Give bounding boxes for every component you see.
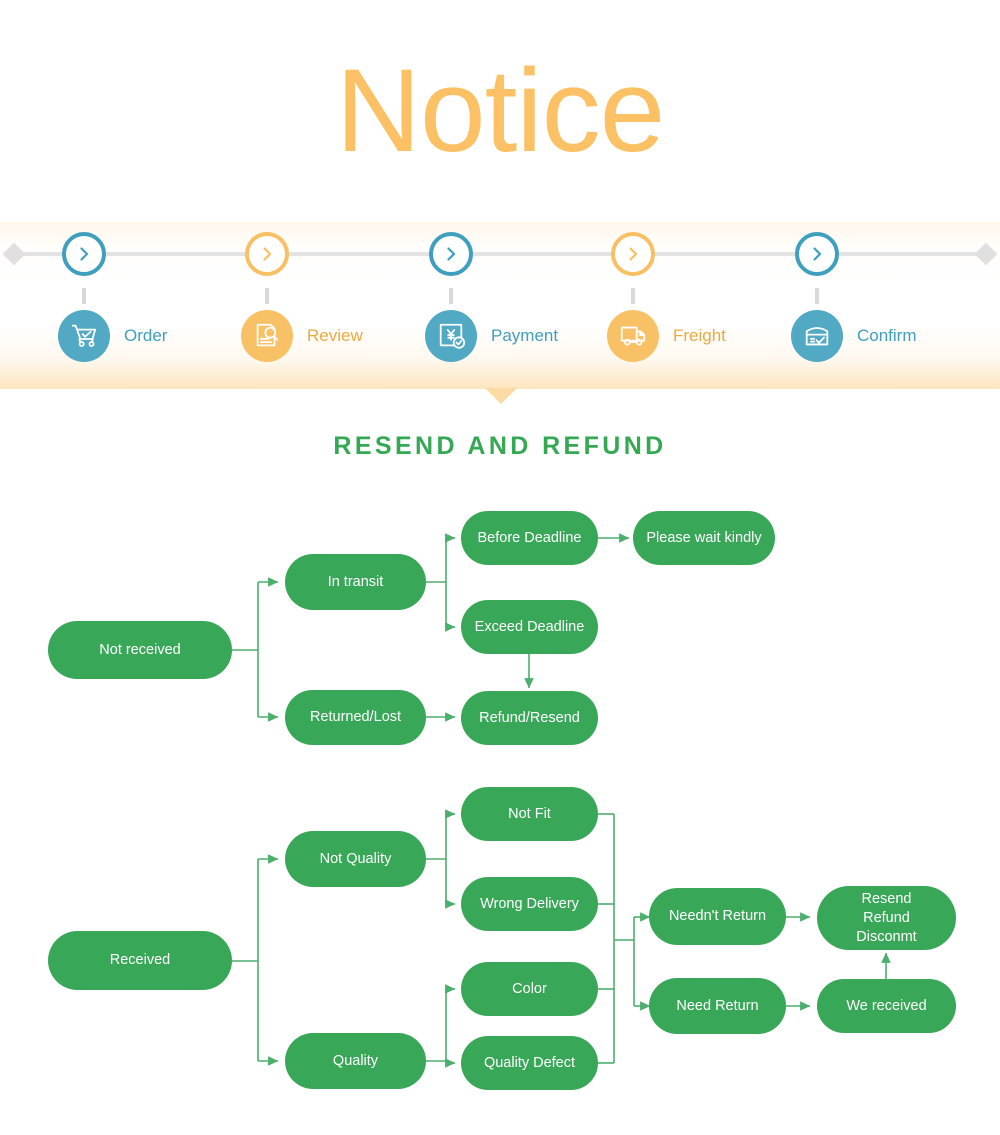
flow-node-quality[interactable]: Quality bbox=[285, 1033, 426, 1089]
step-label-confirm: Confirm bbox=[857, 326, 917, 345]
band-pointer-triangle bbox=[485, 388, 517, 404]
flow-node-neednt-return[interactable]: Needn't Return bbox=[649, 888, 786, 945]
chevron-right-circle-icon bbox=[429, 232, 473, 276]
chevron-right-circle-icon bbox=[795, 232, 839, 276]
step-label-order: Order bbox=[124, 326, 168, 345]
flow-node-need-return[interactable]: Need Return bbox=[649, 978, 786, 1034]
step-payment[interactable]: Payment bbox=[419, 232, 599, 362]
page-title-wrap: Notice bbox=[0, 52, 1000, 170]
flow-node-refund-resend[interactable]: Refund/Resend bbox=[461, 691, 598, 745]
flow-node-not-received[interactable]: Not received bbox=[48, 621, 232, 679]
flow-node-returned-lost[interactable]: Returned/Lost bbox=[285, 690, 426, 745]
flow-node-exceed-deadline[interactable]: Exceed Deadline bbox=[461, 600, 598, 654]
chevron-right-circle-icon bbox=[611, 232, 655, 276]
invoice-yen-check-icon bbox=[425, 310, 477, 362]
package-check-icon bbox=[791, 310, 843, 362]
flow-node-color[interactable]: Color bbox=[461, 962, 598, 1016]
step-tick bbox=[82, 288, 86, 304]
step-order[interactable]: Order bbox=[52, 232, 232, 362]
step-tick bbox=[265, 288, 269, 304]
shopping-cart-icon bbox=[58, 310, 110, 362]
delivery-truck-icon bbox=[607, 310, 659, 362]
step-tick bbox=[449, 288, 453, 304]
document-search-icon bbox=[241, 310, 293, 362]
flow-node-in-transit[interactable]: In transit bbox=[285, 554, 426, 610]
step-review[interactable]: Review bbox=[235, 232, 415, 362]
flow-node-wrong-delivery[interactable]: Wrong Delivery bbox=[461, 877, 598, 931]
flow-node-not-quality[interactable]: Not Quality bbox=[285, 831, 426, 887]
flow-node-we-received[interactable]: We received bbox=[817, 979, 956, 1033]
step-tick bbox=[815, 288, 819, 304]
section-heading: RESEND AND REFUND bbox=[333, 432, 667, 460]
flow-node-before-deadline[interactable]: Before Deadline bbox=[461, 511, 598, 565]
chevron-right-circle-icon bbox=[62, 232, 106, 276]
step-label-freight: Freight bbox=[673, 326, 726, 345]
page-title: Notice bbox=[335, 45, 665, 177]
flow-node-quality-defect[interactable]: Quality Defect bbox=[461, 1036, 598, 1090]
step-label-payment: Payment bbox=[491, 326, 559, 345]
flow-node-please-wait[interactable]: Please wait kindly bbox=[633, 511, 775, 565]
step-tick bbox=[631, 288, 635, 304]
step-freight[interactable]: Freight bbox=[601, 232, 781, 362]
chevron-right-circle-icon bbox=[245, 232, 289, 276]
flow-node-resend-refund-disconmt[interactable]: Resend Refund Disconmt bbox=[817, 886, 956, 950]
flow-node-received[interactable]: Received bbox=[48, 931, 232, 990]
step-confirm[interactable]: Confirm bbox=[785, 232, 965, 362]
step-label-review: Review bbox=[307, 326, 363, 345]
flow-node-not-fit[interactable]: Not Fit bbox=[461, 787, 598, 841]
